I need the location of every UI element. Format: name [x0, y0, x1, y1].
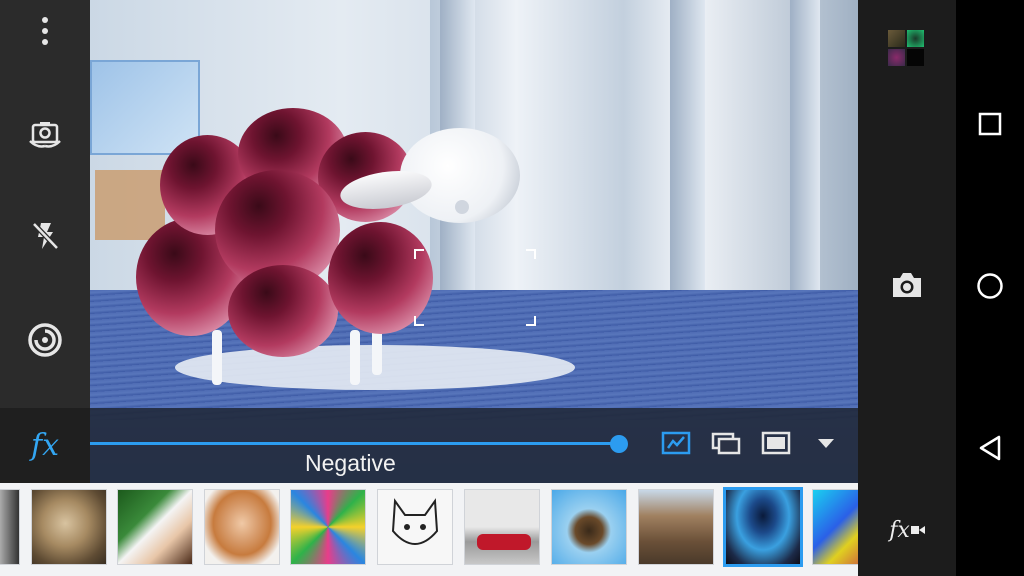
switch-camera-icon [27, 119, 63, 154]
filter-thumbnail[interactable] [377, 489, 453, 565]
filter-woman-letter-image [118, 490, 192, 564]
filter-rocky-beach-image [639, 490, 713, 564]
shutter-camera-icon [890, 271, 924, 304]
car-shape [477, 534, 531, 550]
filter-surprised-woman-image [205, 490, 279, 564]
filter-thumbnail-strip[interactable] [0, 483, 858, 576]
effect-intensity-slider[interactable] [90, 442, 620, 445]
flash-off-icon [30, 220, 60, 257]
effect-slider-thumb[interactable] [610, 435, 628, 453]
focus-corner [526, 316, 536, 326]
switch-camera-button[interactable] [0, 106, 90, 166]
flash-toggle-button[interactable] [0, 208, 90, 268]
overflow-menu-button[interactable] [0, 3, 90, 63]
overflow-menu-icon [41, 16, 49, 51]
sheep-eye [455, 200, 469, 214]
recent-thumb [888, 49, 905, 66]
filter-thumbnail[interactable] [464, 489, 540, 565]
effect-control-bar: Negative [90, 408, 858, 483]
sheep-leg [350, 330, 360, 385]
recent-photos-button[interactable] [888, 30, 928, 70]
back-button[interactable] [956, 420, 1024, 480]
recent-thumb [907, 30, 924, 47]
filter-thumbnail[interactable] [204, 489, 280, 565]
camera-app: fx Negative fx [0, 0, 1024, 576]
video-effects-button[interactable]: fx [858, 500, 956, 560]
effects-toggle-button[interactable]: fx [0, 408, 90, 483]
recent-thumb [888, 30, 905, 47]
filter-kitten-image [32, 490, 106, 564]
sheep-wool-ball [228, 265, 338, 357]
recents-button[interactable] [956, 96, 1024, 156]
scene-brown-object [95, 170, 165, 240]
shutter-button[interactable] [858, 257, 956, 317]
recents-square-icon [978, 112, 1002, 141]
expand-options-button[interactable] [810, 432, 842, 458]
home-button[interactable] [956, 258, 1024, 318]
auto-enhance-icon [661, 431, 691, 460]
filter-thumbnail[interactable] [0, 489, 20, 565]
filter-mandala-image [291, 490, 365, 564]
left-control-panel [0, 0, 90, 408]
back-triangle-icon [978, 435, 1002, 466]
filter-partial-image [0, 490, 19, 564]
filter-thumbnail-selected[interactable] [723, 487, 803, 567]
home-circle-icon [976, 272, 1004, 305]
focus-mode-button[interactable] [0, 312, 90, 372]
focus-mode-icon [27, 322, 63, 363]
x-bar [670, 0, 705, 320]
filter-thumbnail[interactable] [290, 489, 366, 565]
filter-negative-image [726, 490, 800, 564]
filter-thumbnail[interactable] [812, 489, 858, 565]
filter-thumbnail[interactable] [638, 489, 714, 565]
right-control-panel: fx [858, 0, 956, 576]
frame-overlay-button[interactable] [710, 432, 742, 458]
aspect-frame-icon [761, 431, 791, 460]
effect-name-label: Negative [305, 450, 396, 476]
fx-video-label: fx [889, 517, 910, 543]
focus-corner [526, 249, 536, 259]
filter-thumbnail[interactable] [117, 489, 193, 565]
fx-icon: fx [30, 428, 60, 463]
fx-video-icon: fx [889, 518, 925, 543]
x-bar [790, 0, 820, 290]
filter-thumbnail[interactable] [31, 489, 107, 565]
aspect-frame-button[interactable] [760, 431, 792, 460]
focus-corner [414, 316, 424, 326]
auto-enhance-button[interactable] [660, 431, 692, 460]
filter-thumbnail[interactable] [551, 489, 627, 565]
expand-down-icon [816, 436, 836, 455]
filter-vintage-car-image [465, 490, 539, 564]
system-navigation-bar [956, 0, 1024, 576]
recent-thumb [907, 49, 924, 66]
frame-overlay-icon [711, 431, 741, 460]
filter-psychedelic-image [813, 490, 858, 564]
focus-corner [414, 249, 424, 259]
filter-cat-sketch-image [378, 490, 452, 564]
filter-tiny-planet-image [552, 490, 626, 564]
sheep-leg [212, 330, 222, 385]
